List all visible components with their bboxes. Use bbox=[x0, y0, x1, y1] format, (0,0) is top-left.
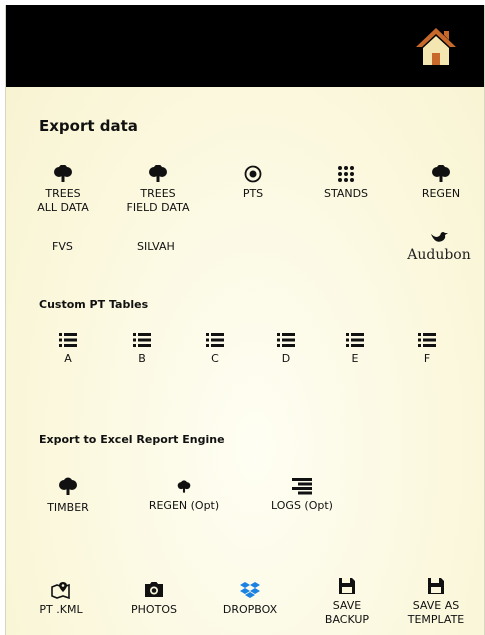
dropbox-button[interactable]: DROPBOX bbox=[218, 581, 282, 617]
custom-pt-tables-heading: Custom PT Tables bbox=[39, 298, 149, 311]
tree-icon bbox=[149, 165, 167, 182]
trees-all-data-label-1: TREES bbox=[45, 187, 81, 200]
regen-opt-label: REGEN (Opt) bbox=[148, 499, 220, 512]
dropbox-label: DROPBOX bbox=[222, 603, 278, 616]
tree-icon bbox=[432, 165, 450, 182]
regen-label: REGEN bbox=[421, 187, 461, 200]
list-icon bbox=[133, 333, 151, 347]
trees-field-data-label-2: FIELD DATA bbox=[126, 201, 190, 214]
save-as-template-label-2: TEMPLATE bbox=[407, 613, 465, 626]
bird-icon bbox=[431, 232, 448, 242]
logs-opt-button[interactable]: LOGS (Opt) bbox=[266, 477, 338, 513]
trees-all-data-button[interactable]: TREES ALL DATA bbox=[32, 165, 94, 215]
floppy-icon bbox=[428, 578, 444, 594]
audubon-label: Audubon bbox=[407, 247, 471, 263]
logs-opt-label: LOGS (Opt) bbox=[271, 499, 333, 512]
tree-icon bbox=[54, 165, 72, 182]
silvah-button[interactable]: SILVAH bbox=[137, 240, 175, 253]
pt-table-a-label: A bbox=[64, 352, 72, 365]
pt-table-d-button[interactable]: D bbox=[274, 332, 298, 366]
pt-table-d-label: D bbox=[281, 352, 291, 365]
top-bar bbox=[6, 5, 484, 87]
photos-label: PHOTOS bbox=[131, 603, 177, 616]
pt-table-b-button[interactable]: B bbox=[130, 332, 154, 366]
pts-button[interactable]: PTS bbox=[233, 165, 273, 201]
pt-table-e-label: E bbox=[351, 352, 359, 365]
pt-table-a-button[interactable]: A bbox=[56, 332, 80, 366]
excel-engine-heading: Export to Excel Report Engine bbox=[39, 433, 225, 446]
trees-all-data-label-2: ALL DATA bbox=[37, 201, 89, 214]
stands-label: STANDS bbox=[323, 187, 369, 200]
photos-button[interactable]: PHOTOS bbox=[124, 581, 184, 617]
timber-button[interactable]: TIMBER bbox=[40, 477, 96, 515]
app-frame: Export data TREES ALL DATA TREES FIELD D… bbox=[5, 5, 485, 635]
stands-button[interactable]: STANDS bbox=[318, 165, 374, 201]
pt-table-f-button[interactable]: F bbox=[415, 332, 439, 366]
timber-label: TIMBER bbox=[47, 501, 89, 514]
radio-target-icon bbox=[244, 165, 262, 183]
map-pin-icon bbox=[51, 582, 70, 599]
save-backup-label-1: SAVE bbox=[332, 599, 362, 612]
fvs-button[interactable]: FVS bbox=[52, 240, 73, 253]
align-right-icon bbox=[292, 478, 312, 495]
audubon-button[interactable]: Audubon bbox=[406, 231, 472, 263]
pt-table-b-label: B bbox=[138, 352, 146, 365]
pt-table-f-label: F bbox=[423, 352, 431, 365]
save-as-template-button[interactable]: SAVE AS TEMPLATE bbox=[401, 577, 471, 627]
list-icon bbox=[346, 333, 364, 347]
floppy-icon bbox=[339, 578, 355, 594]
pt-table-c-button[interactable]: C bbox=[203, 332, 227, 366]
pt-table-e-button[interactable]: E bbox=[343, 332, 367, 366]
home-icon bbox=[416, 28, 456, 65]
regen-button[interactable]: REGEN bbox=[416, 165, 466, 201]
export-data-heading: Export data bbox=[39, 117, 138, 135]
list-icon bbox=[206, 333, 224, 347]
list-icon bbox=[59, 333, 77, 347]
pt-kml-label: PT .KML bbox=[39, 603, 83, 616]
small-tree-icon bbox=[177, 480, 191, 493]
dropbox-icon bbox=[240, 582, 260, 598]
save-backup-button[interactable]: SAVE BACKUP bbox=[319, 577, 375, 627]
regen-opt-button[interactable]: REGEN (Opt) bbox=[144, 477, 224, 513]
pts-label: PTS bbox=[242, 187, 264, 200]
save-as-template-label-1: SAVE AS bbox=[412, 599, 460, 612]
grid-dots-icon bbox=[338, 166, 354, 182]
trees-field-data-button[interactable]: TREES FIELD DATA bbox=[118, 165, 198, 215]
pt-table-c-label: C bbox=[211, 352, 219, 365]
trees-field-data-label-1: TREES bbox=[140, 187, 176, 200]
tree-icon bbox=[59, 477, 77, 495]
list-icon bbox=[418, 333, 436, 347]
save-backup-label-2: BACKUP bbox=[324, 613, 370, 626]
camera-icon bbox=[145, 582, 163, 597]
home-button[interactable] bbox=[414, 25, 458, 67]
pt-kml-button[interactable]: PT .KML bbox=[33, 581, 89, 617]
list-icon bbox=[277, 333, 295, 347]
